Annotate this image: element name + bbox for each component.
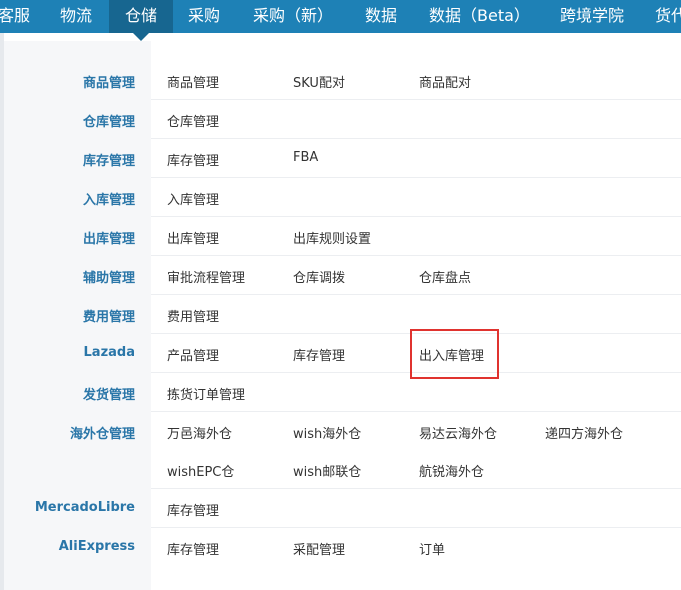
menu-link-product-management[interactable]: 商品管理 [167,72,219,91]
category-mercadolibre: MercadoLibre [34,500,135,515]
menu-row [151,178,681,217]
menu-link-outbound-rules[interactable]: 出库规则设置 [293,228,371,247]
nav-customer-service[interactable]: 客服 [0,0,30,33]
menu-link-wish-epc[interactable]: wishEPC仓 [167,461,234,480]
menu-link-approval-flow[interactable]: 审批流程管理 [167,267,245,286]
menu-link-aliexpress-orders[interactable]: 订单 [419,539,445,558]
menu-link-warehouse-management[interactable]: 仓库管理 [167,111,219,130]
category-aliexpress: AliExpress [58,539,135,554]
menu-link-fba[interactable]: FBA [293,150,318,165]
category-product-management: 商品管理 [82,76,135,91]
menu-link-picking-orders[interactable]: 拣货订单管理 [167,384,245,403]
menu-link-aliexpress-inventory[interactable]: 库存管理 [167,539,219,558]
nav-forwarder[interactable]: 货代 [655,0,681,33]
menu-link-inventory-management[interactable]: 库存管理 [167,150,219,169]
menu-link-outbound-management[interactable]: 出库管理 [167,228,219,247]
category-auxiliary-management: 辅助管理 [82,271,135,286]
nav-purchase-new[interactable]: 采购（新） [253,0,333,33]
category-fee-management: 费用管理 [82,310,135,325]
menu-link-product-pairing[interactable]: 商品配对 [419,72,471,91]
category-inbound-management: 入库管理 [82,193,135,208]
highlight-box [410,329,499,379]
category-shipping-management: 发货管理 [82,388,135,403]
nav-warehouse[interactable]: 仓储 [109,0,173,33]
menu-link-wanyi-warehouse[interactable]: 万邑海外仓 [167,423,232,442]
menu-row [151,217,681,256]
menu-link-lazada-inventory[interactable]: 库存管理 [293,345,345,364]
menu-link-hangrui-warehouse[interactable]: 航锐海外仓 [419,461,484,480]
nav-logistics[interactable]: 物流 [60,0,92,33]
menu-link-wish-warehouse[interactable]: wish海外仓 [293,423,361,442]
category-warehouse-management: 仓库管理 [82,115,135,130]
menu-link-stocktaking[interactable]: 仓库盘点 [419,267,471,286]
menu-link-fee-management[interactable]: 费用管理 [167,306,219,325]
menu-link-warehouse-transfer[interactable]: 仓库调拨 [293,267,345,286]
nav-purchase[interactable]: 采购 [188,0,220,33]
menu-row [151,489,681,528]
category-outbound-management: 出库管理 [82,232,135,247]
nav-data[interactable]: 数据 [365,0,397,33]
active-tab-caret [133,33,149,41]
menu-link-yidayun-warehouse[interactable]: 易达云海外仓 [419,423,497,442]
category-overseas-warehouse: 海外仓管理 [69,427,135,442]
menu-link-aliexpress-allocation[interactable]: 采配管理 [293,539,345,558]
menu-row [151,100,681,139]
nav-data-beta[interactable]: 数据（Beta） [429,0,530,33]
menu-link-mercadolibre-inventory[interactable]: 库存管理 [167,500,219,519]
menu-link-lazada-product[interactable]: 产品管理 [167,345,219,364]
nav-academy[interactable]: 跨境学院 [560,0,624,33]
menu-row [151,61,681,100]
menu-link-4px-warehouse[interactable]: 递四方海外仓 [545,423,623,442]
menu-row [151,139,681,178]
top-nav-bar: 客服 物流 仓储 采购 采购（新） 数据 数据（Beta） 跨境学院 货代 [0,0,681,33]
menu-link-sku-pairing[interactable]: SKU配对 [293,72,345,91]
category-lazada: Lazada [83,345,135,360]
menu-link-inbound-management[interactable]: 入库管理 [167,189,219,208]
category-inventory-management: 库存管理 [82,154,135,169]
menu-link-wish-post[interactable]: wish邮联仓 [293,461,361,480]
